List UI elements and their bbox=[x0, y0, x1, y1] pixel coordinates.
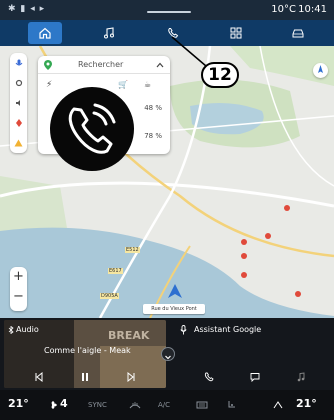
fan-icon bbox=[51, 401, 57, 409]
seat-heating-icon[interactable] bbox=[226, 400, 238, 410]
widget-expand-button[interactable] bbox=[161, 347, 175, 361]
route-icon bbox=[15, 119, 22, 127]
assistant-label: Assistant Google bbox=[194, 325, 262, 334]
callout-number: 12 bbox=[201, 62, 239, 88]
message-icon bbox=[250, 373, 260, 382]
road-label-d905a: D905A bbox=[100, 293, 119, 299]
chevron-down-icon bbox=[165, 355, 171, 360]
pause-icon bbox=[82, 373, 88, 381]
alert-button[interactable] bbox=[10, 133, 27, 153]
assistant-widget[interactable]: Assistant Google bbox=[172, 320, 330, 388]
assistant-message-button[interactable] bbox=[248, 370, 262, 384]
assistant-call-button[interactable] bbox=[202, 370, 216, 384]
road-label-e617: E617 bbox=[108, 268, 123, 274]
battery-percent: 78 % bbox=[144, 132, 162, 140]
windshield-defrost-icon[interactable] bbox=[129, 400, 141, 410]
zoom-in-button[interactable]: + bbox=[10, 267, 27, 287]
previous-icon bbox=[35, 372, 43, 382]
previous-track-button[interactable] bbox=[32, 370, 46, 384]
track-title: Comme l'aigle bbox=[44, 346, 102, 355]
audio-controls bbox=[4, 366, 166, 388]
zoom-out-button[interactable]: − bbox=[10, 287, 27, 307]
sync-button[interactable]: SYNC bbox=[88, 401, 107, 409]
fan-level[interactable]: 4 bbox=[60, 397, 68, 410]
track-info: Comme l'aigle - Meak bbox=[44, 346, 131, 355]
driver-temperature[interactable]: 21° bbox=[8, 397, 29, 410]
next-track-button[interactable] bbox=[124, 370, 138, 384]
assistant-music-button[interactable] bbox=[294, 370, 308, 384]
assistant-shortcuts bbox=[172, 366, 330, 388]
audio-label: Audio bbox=[16, 325, 39, 334]
album-art-text: BREAK bbox=[108, 329, 150, 342]
ac-button[interactable]: A/C bbox=[158, 401, 170, 409]
road-label-e512: E512 bbox=[125, 247, 140, 253]
pause-button[interactable] bbox=[78, 370, 92, 384]
microphone-icon bbox=[180, 325, 187, 335]
warning-icon bbox=[14, 139, 23, 147]
next-icon bbox=[127, 372, 135, 382]
callout-leader-line bbox=[171, 36, 207, 67]
audio-widget[interactable]: BREAK Audio Comme l'aigle - Meak bbox=[4, 320, 166, 388]
air-direction-icon[interactable] bbox=[272, 400, 284, 410]
music-note-icon bbox=[297, 372, 305, 382]
passenger-temperature[interactable]: 21° bbox=[296, 397, 317, 410]
head-unit-screen: ✱ ▮ ◂ ▸ 10°C 10:41 E512 D905A E617 Rue d… bbox=[0, 0, 334, 420]
climate-bar: 21° 4 SYNC A/C 21° bbox=[0, 390, 334, 420]
track-artist: Meak bbox=[109, 346, 131, 355]
phone-icon bbox=[204, 372, 214, 382]
zoom-control: + − bbox=[10, 267, 27, 311]
map-place-label: Rue du Vieux Pont bbox=[143, 304, 205, 314]
bluetooth-icon bbox=[8, 326, 14, 334]
rear-defrost-icon[interactable] bbox=[196, 400, 208, 410]
